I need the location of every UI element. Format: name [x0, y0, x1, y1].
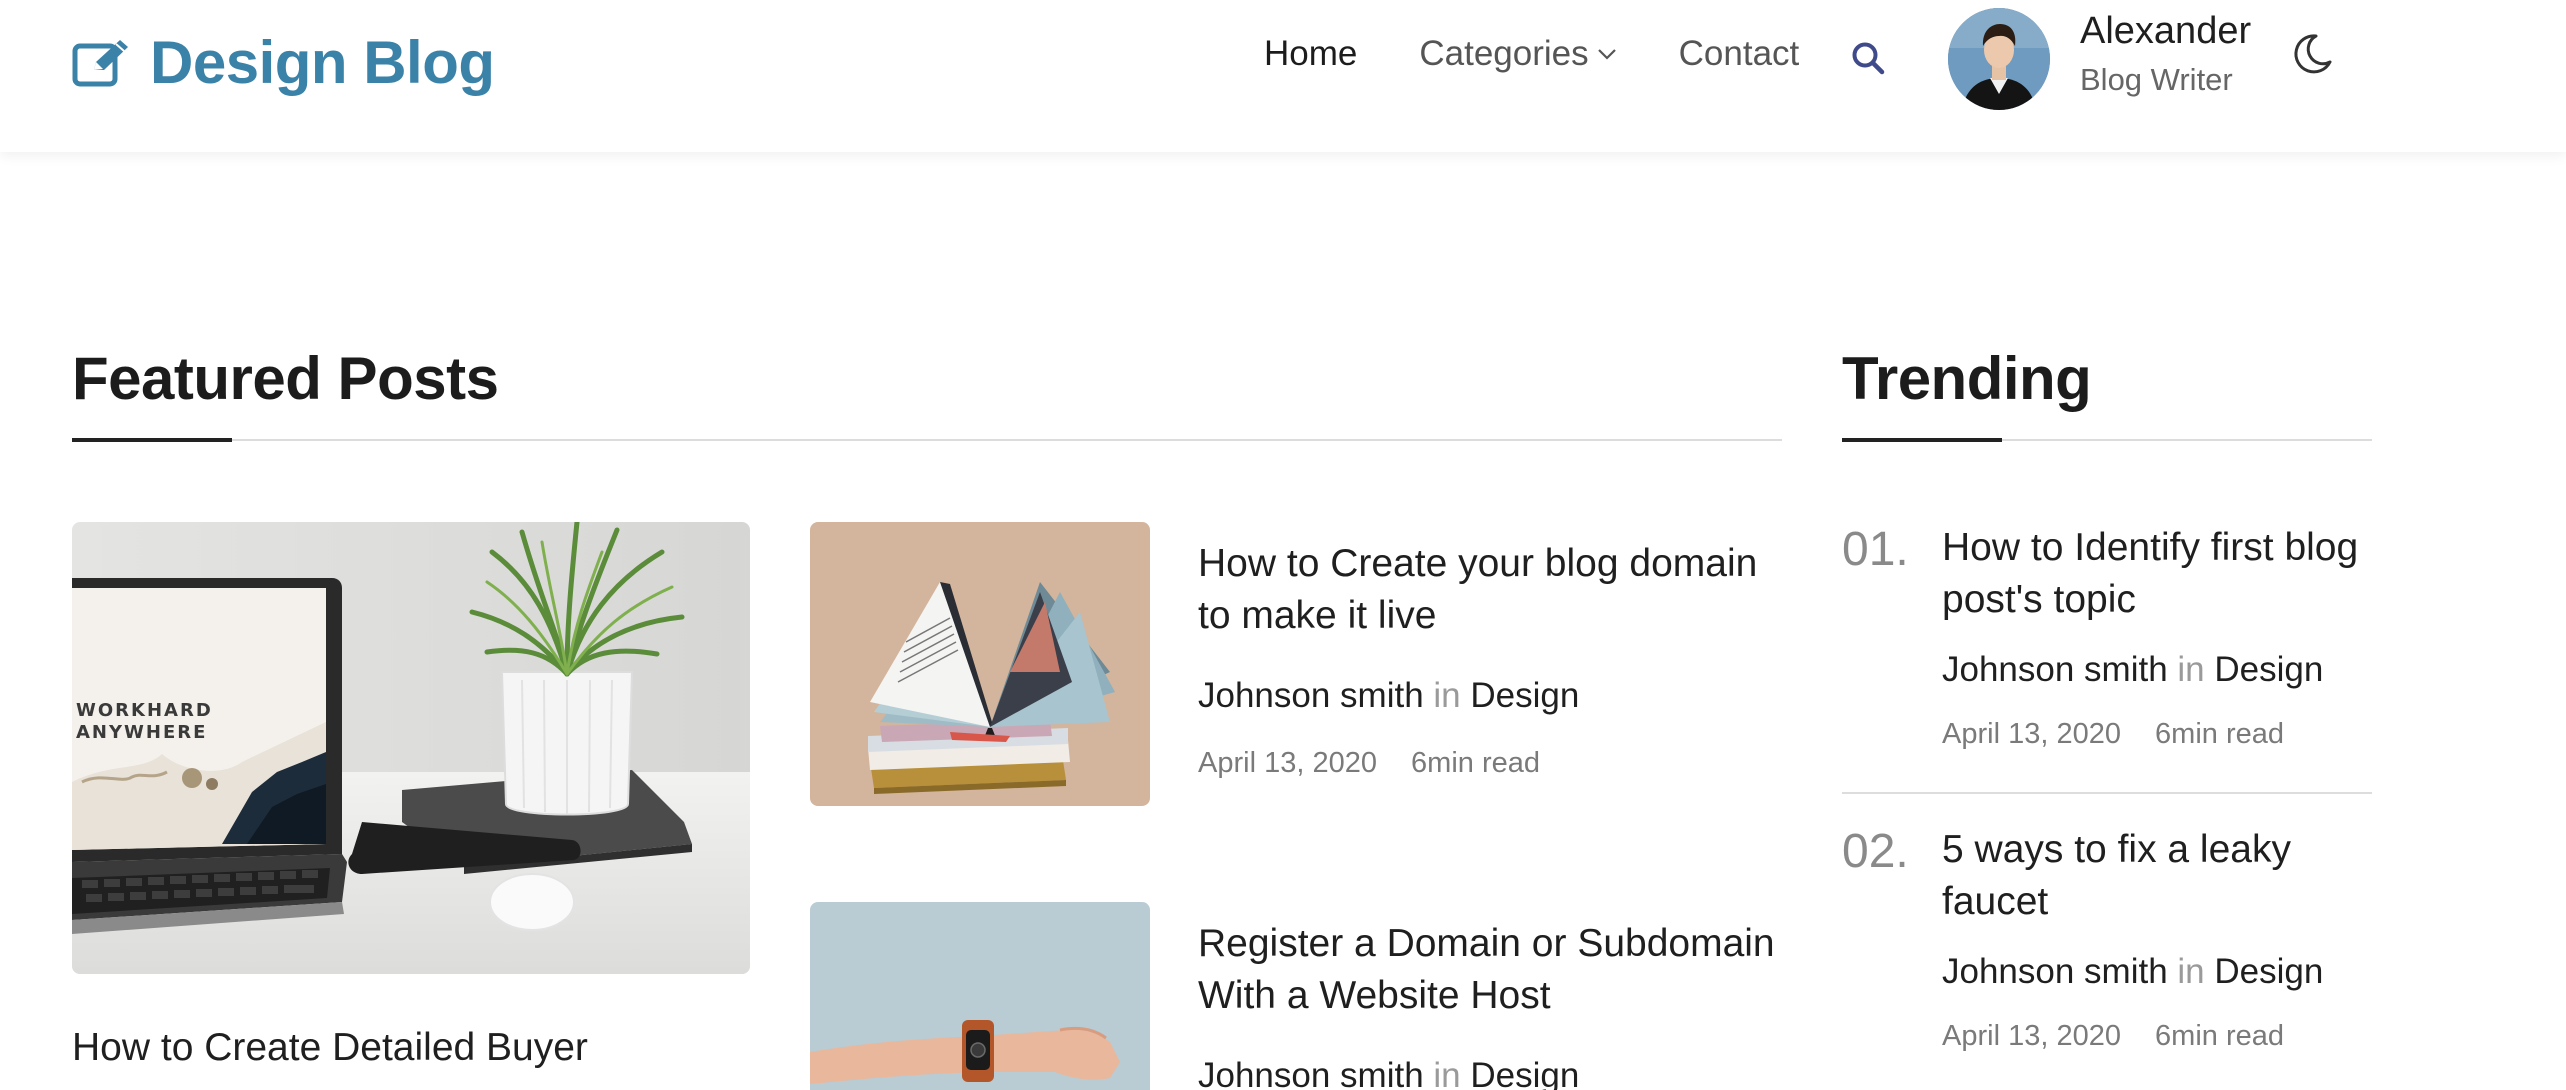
trending-1-title-line1: How to Identify first blog [1942, 526, 2359, 569]
post-2-title[interactable]: Register a Domain or Subdomain With a We… [1198, 918, 1798, 1022]
search-icon[interactable] [1850, 40, 1886, 76]
post-1-author[interactable]: Johnson smith [1198, 676, 1424, 715]
avatar[interactable] [1948, 8, 2050, 110]
trending-1-category[interactable]: Design [2214, 650, 2323, 689]
site-header: Design Blog Home Categories Contact Alex… [0, 0, 2566, 152]
trending-1-byline: Johnson smith in Design [1942, 650, 2323, 690]
nav-categories[interactable]: Categories [1419, 34, 1616, 74]
trending-2-title[interactable]: 5 ways to fix a leaky faucet [1942, 824, 2382, 928]
post-1-title-line1: How to Create your blog domain [1198, 542, 1758, 585]
post-2-category[interactable]: Design [1470, 1056, 1579, 1090]
trending-1-date: April 13, 2020 [1942, 718, 2121, 750]
post-2-title-line2: With a Website Host [1198, 974, 1551, 1017]
post-1-read-time: 6min read [1411, 747, 1540, 779]
nav-contact[interactable]: Contact [1679, 34, 1800, 74]
featured-main-image[interactable]: WORKHARD ANYWHERE [72, 522, 750, 974]
trending-2-title-line1: 5 ways to fix a leaky [1942, 828, 2291, 871]
trending-2-category[interactable]: Design [2214, 952, 2323, 991]
post-2-byline: Johnson smith in Design [1198, 1056, 1579, 1090]
trending-2-date: April 13, 2020 [1942, 1020, 2121, 1052]
laptop-screen-text-1: WORKHARD [76, 700, 213, 721]
trending-1-in: in [2177, 650, 2205, 689]
post-1-date: April 13, 2020 [1198, 747, 1377, 779]
trending-2-in: in [2177, 952, 2205, 991]
book-stack-photo [810, 522, 1150, 806]
trending-2-meta: April 13, 2020 6min read [1942, 1020, 2284, 1053]
trending-2-read-time: 6min read [2155, 1020, 2284, 1052]
trending-1-title[interactable]: How to Identify first blog post's topic [1942, 522, 2382, 626]
trending-1-read-time: 6min read [2155, 718, 2284, 750]
site-logo[interactable]: Design Blog [72, 28, 495, 97]
avatar-portrait [1948, 8, 2050, 110]
trending-divider-accent [1842, 438, 2002, 442]
post-1-byline: Johnson smith in Design [1198, 676, 1579, 716]
trending-2-title-line2: faucet [1942, 880, 2049, 923]
featured-divider [72, 439, 1782, 441]
trending-divider-1 [1842, 792, 2372, 794]
trending-2-author[interactable]: Johnson smith [1942, 952, 2168, 991]
user-name[interactable]: Alexander [2080, 10, 2251, 53]
nav-categories-label: Categories [1419, 34, 1589, 73]
post-1-title[interactable]: How to Create your blog domain to make i… [1198, 538, 1798, 642]
featured-posts-title: Featured Posts [72, 345, 499, 412]
post-2-title-line1: Register a Domain or Subdomain [1198, 922, 1775, 965]
featured-main-post-title[interactable]: How to Create Detailed Buyer [72, 1022, 752, 1074]
trending-1-author[interactable]: Johnson smith [1942, 650, 2168, 689]
post-1-category[interactable]: Design [1470, 676, 1579, 715]
post-2-author[interactable]: Johnson smith [1198, 1056, 1424, 1090]
trending-title: Trending [1842, 345, 2092, 412]
laptop-desk-photo: WORKHARD ANYWHERE [72, 522, 750, 974]
nav-home[interactable]: Home [1264, 34, 1357, 74]
trending-1-meta: April 13, 2020 6min read [1942, 718, 2284, 751]
moon-icon[interactable] [2290, 32, 2334, 76]
chevron-down-icon [1597, 49, 1616, 60]
trending-2-byline: Johnson smith in Design [1942, 952, 2323, 992]
trending-2-number: 02. [1842, 825, 1909, 878]
post-1-title-line2: to make it live [1198, 594, 1437, 637]
wristwatch-photo [810, 902, 1150, 1090]
post-1-image[interactable] [810, 522, 1150, 806]
user-role: Blog Writer [2080, 62, 2233, 97]
featured-divider-accent [72, 438, 232, 442]
main-nav: Home Categories Contact [1264, 34, 1861, 74]
post-1-in: in [1433, 676, 1461, 715]
trending-1-number: 01. [1842, 523, 1909, 576]
logo-text: Design Blog [150, 29, 495, 96]
trending-1-title-line2: post's topic [1942, 578, 2136, 621]
post-2-image[interactable] [810, 902, 1150, 1090]
post-2-in: in [1433, 1056, 1461, 1090]
edit-icon [72, 39, 128, 86]
post-1-meta: April 13, 2020 6min read [1198, 747, 1540, 780]
laptop-screen-text-2: ANYWHERE [76, 722, 207, 743]
